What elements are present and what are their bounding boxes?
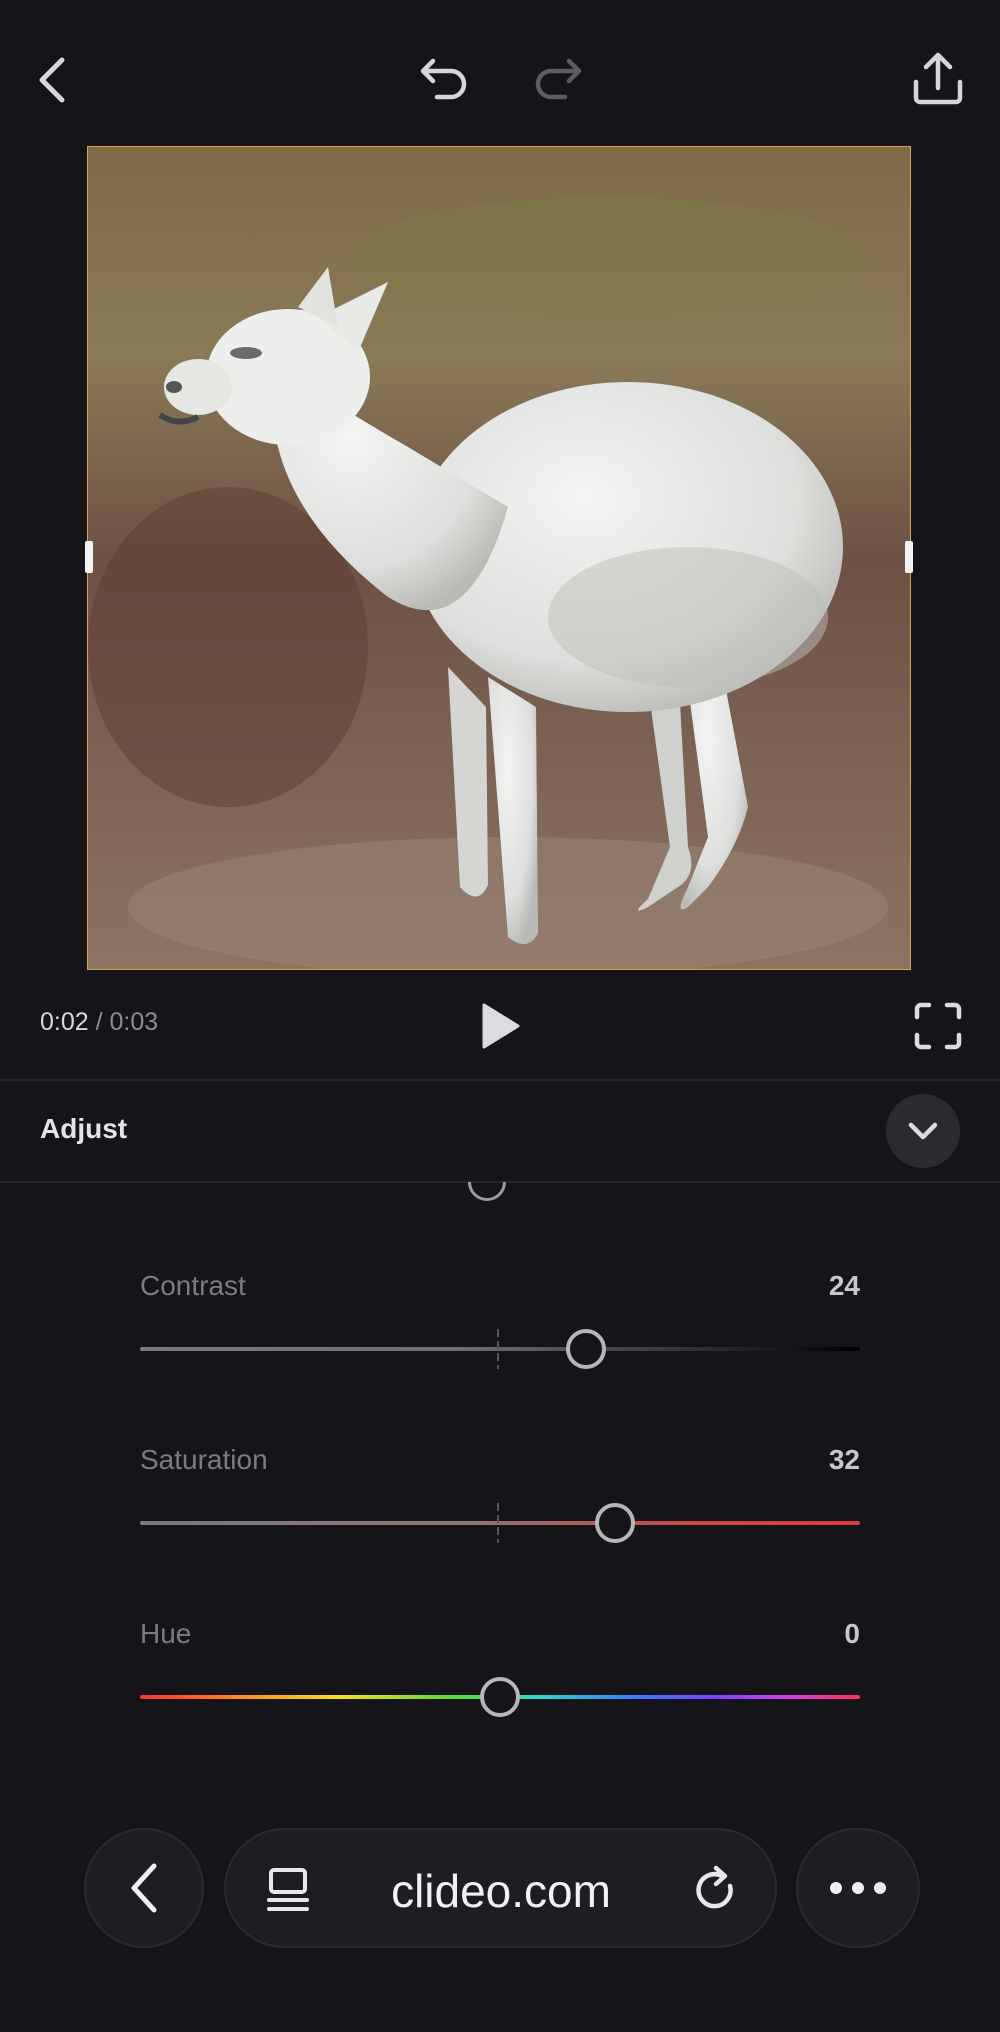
alpaca-image	[88, 147, 910, 969]
hue-slider-thumb[interactable]	[480, 1677, 520, 1717]
redo-icon	[535, 58, 582, 100]
contrast-value: 24	[828, 1270, 860, 1301]
fullscreen-icon	[914, 1002, 962, 1050]
contrast-slider-thumb[interactable]	[566, 1329, 607, 1369]
play-icon	[482, 1003, 520, 1049]
more-dots-icon	[830, 1882, 886, 1894]
trim-handle-right[interactable]	[905, 541, 913, 573]
hue-label: Hue	[140, 1618, 192, 1649]
share-icon	[913, 52, 963, 105]
playback-time: 0:02 / 0:03	[40, 1008, 158, 1037]
browser-back-button[interactable]	[84, 1828, 204, 1948]
chevron-down-icon	[908, 1122, 938, 1140]
trim-handle-left[interactable]	[85, 541, 93, 573]
back-button[interactable]	[22, 50, 82, 110]
more-options-button[interactable]	[796, 1828, 920, 1948]
reload-icon	[696, 1865, 733, 1909]
reload-button[interactable]	[686, 1860, 746, 1920]
collapse-panel-button[interactable]	[886, 1094, 960, 1168]
contrast-label: Contrast	[140, 1270, 246, 1301]
undo-button[interactable]	[412, 50, 476, 110]
fullscreen-button[interactable]	[908, 996, 968, 1056]
panel-title: Adjust	[40, 1113, 128, 1144]
saturation-center-tick	[497, 1503, 499, 1543]
redo-button[interactable]	[526, 50, 590, 110]
divider	[0, 1079, 1000, 1081]
share-button[interactable]	[906, 46, 970, 112]
current-time: 0:02	[40, 1008, 89, 1036]
saturation-slider-thumb[interactable]	[595, 1503, 636, 1543]
hue-value: 0	[844, 1618, 860, 1649]
video-preview[interactable]	[87, 146, 911, 970]
address-bar[interactable]: clideo.com	[224, 1828, 777, 1948]
saturation-value: 32	[828, 1444, 860, 1475]
slider-thumb-partial[interactable]	[468, 1182, 506, 1201]
undo-icon	[420, 58, 467, 100]
play-button[interactable]	[470, 996, 530, 1056]
chevron-left-icon	[131, 1863, 157, 1913]
chevron-left-icon	[39, 57, 65, 103]
url-text: clideo.com	[391, 1865, 611, 1917]
tabs-button[interactable]	[258, 1860, 318, 1920]
contrast-center-tick	[497, 1329, 499, 1369]
time-separator: /	[88, 1008, 110, 1036]
saturation-slider-track[interactable]	[140, 1521, 860, 1525]
contrast-slider-track[interactable]	[140, 1347, 860, 1351]
saturation-label: Saturation	[140, 1444, 268, 1475]
tabs-icon	[267, 1868, 309, 1911]
duration: 0:03	[109, 1008, 159, 1036]
